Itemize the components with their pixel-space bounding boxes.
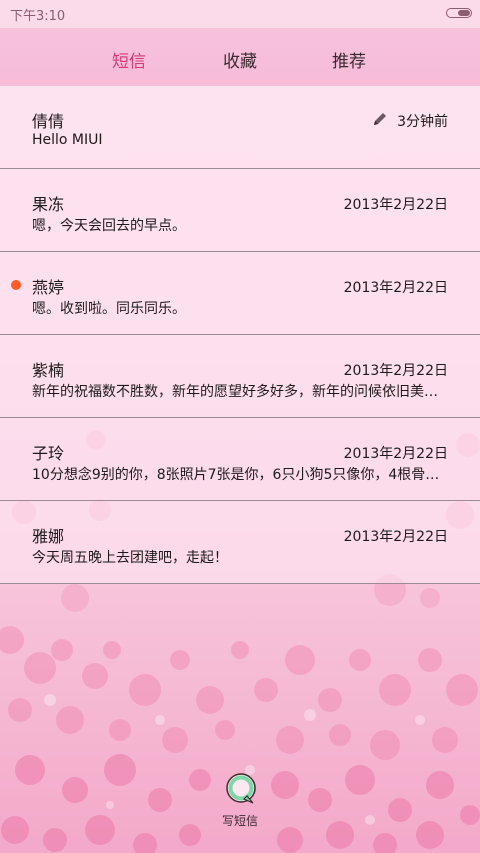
conversation-item[interactable]: 燕婷 嗯。收到啦。同乐同乐。 2013年2月22日 xyxy=(0,252,480,335)
message-preview: Hello MIUI xyxy=(32,132,103,148)
conversation-item[interactable]: 雅娜 今天周五晚上去团建吧，走起！ 2013年2月22日 xyxy=(0,501,480,584)
contact-name: 燕婷 xyxy=(32,278,65,297)
compose-button[interactable]: 写短信 xyxy=(0,770,480,830)
unread-dot-icon xyxy=(11,280,21,290)
conversation-item[interactable]: 果冻 嗯，今天会回去的早点。 2013年2月22日 xyxy=(0,169,480,252)
contact-name: 紫楠 xyxy=(32,361,65,380)
contact-name: 雅娜 xyxy=(32,527,65,546)
message-preview: 嗯。收到啦。同乐同乐。 xyxy=(32,301,186,317)
messaging-screen: 下午3:10 短信 收藏 推荐 倩倩 Hello MIUI 3分钟前 果冻 嗯，… xyxy=(0,0,480,853)
conversation-item[interactable]: 紫楠 新年的祝福数不胜数，新年的愿望好多好多，新年的问候依旧美好… 2013年2… xyxy=(0,335,480,418)
contact-name: 子玲 xyxy=(32,444,65,463)
tab-messages[interactable]: 短信 xyxy=(112,47,146,72)
tab-recommended[interactable]: 推荐 xyxy=(332,47,366,72)
tab-favorites[interactable]: 收藏 xyxy=(223,47,257,72)
conversation-item[interactable]: 子玲 10分想念9别的你，8张照片7张是你，6只小狗5只像你，4根骨头… 201… xyxy=(0,418,480,501)
status-time: 下午3:10 xyxy=(10,9,66,24)
pencil-icon xyxy=(374,113,386,125)
status-bar: 下午3:10 xyxy=(0,0,480,28)
message-list: 倩倩 Hello MIUI 3分钟前 果冻 嗯，今天会回去的早点。 2013年2… xyxy=(0,86,480,584)
message-time: 2013年2月22日 xyxy=(343,363,448,379)
message-preview: 新年的祝福数不胜数，新年的愿望好多好多，新年的问候依旧美好… xyxy=(32,384,446,400)
message-time: 2013年2月22日 xyxy=(343,529,448,545)
contact-name: 倩倩 xyxy=(32,112,65,131)
message-preview: 今天周五晚上去团建吧，走起！ xyxy=(32,550,228,566)
message-preview: 10分想念9别的你，8张照片7张是你，6只小狗5只像你，4根骨头… xyxy=(32,467,446,483)
conversation-item[interactable]: 倩倩 Hello MIUI 3分钟前 xyxy=(0,86,480,169)
compose-label: 写短信 xyxy=(221,814,258,828)
message-time: 2013年2月22日 xyxy=(343,280,448,296)
battery-icon xyxy=(446,8,472,18)
tab-bar: 短信 收藏 推荐 xyxy=(0,28,480,86)
compose-message-icon xyxy=(226,773,256,804)
message-time: 2013年2月22日 xyxy=(343,197,448,213)
message-preview: 嗯，今天会回去的早点。 xyxy=(32,218,186,234)
message-time: 3分钟前 xyxy=(397,114,448,130)
message-time: 2013年2月22日 xyxy=(343,446,448,462)
contact-name: 果冻 xyxy=(32,195,65,214)
